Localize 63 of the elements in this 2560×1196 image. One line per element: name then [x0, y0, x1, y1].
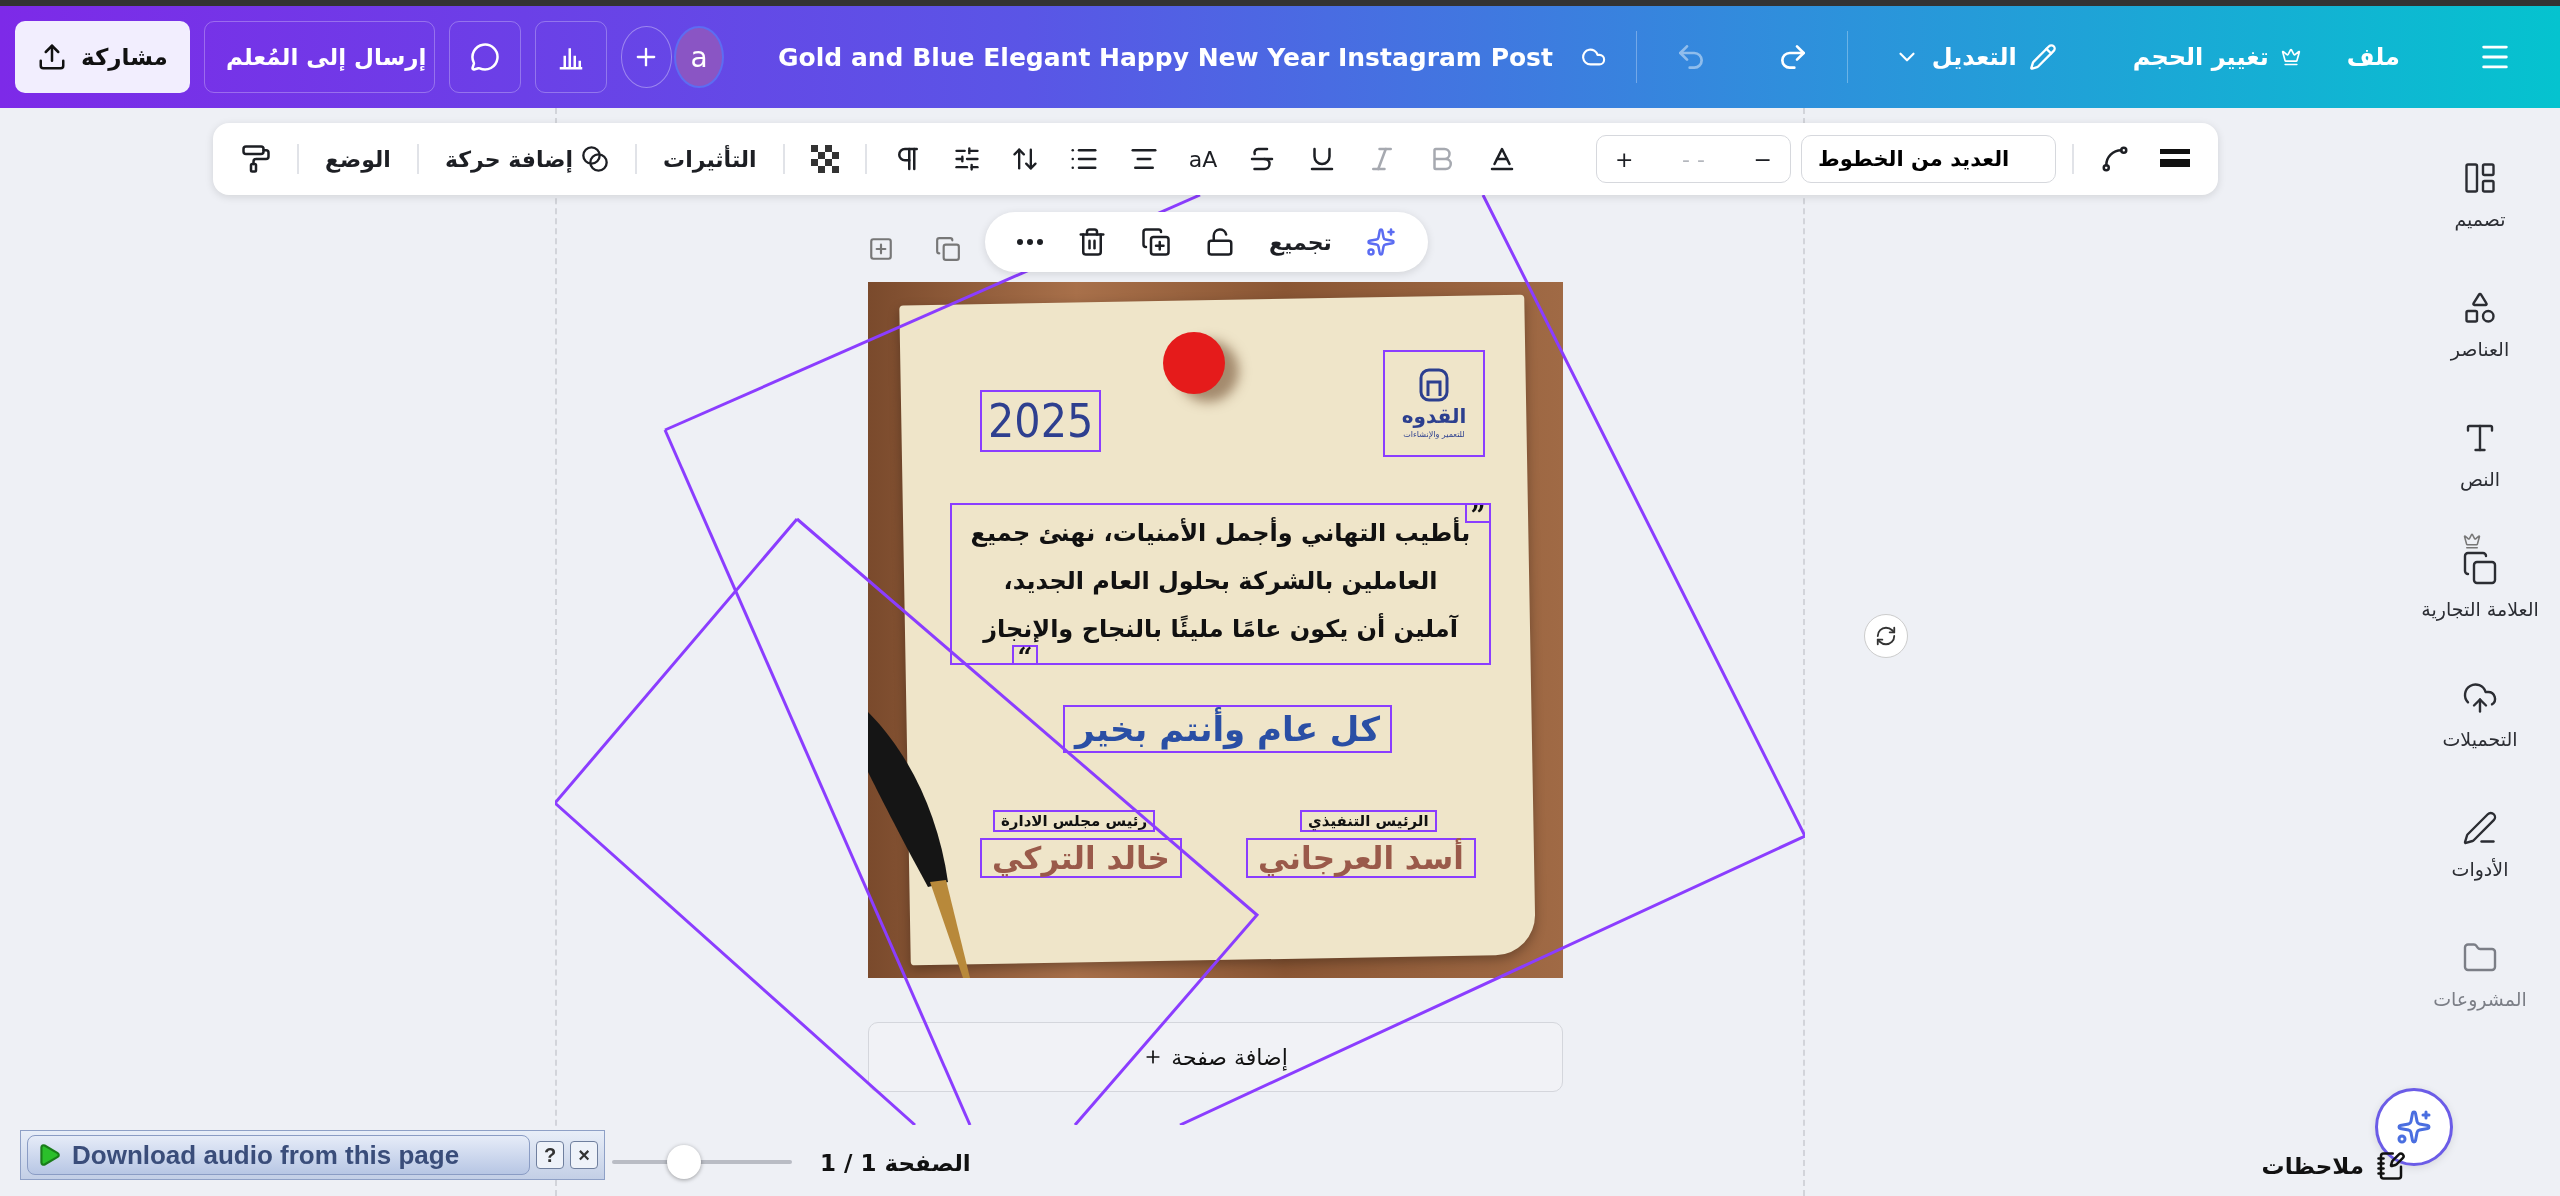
pen-icon — [2462, 810, 2498, 846]
duplicate-page-icon[interactable] — [935, 236, 961, 262]
circles-icon — [581, 145, 610, 173]
transparency-icon[interactable] — [810, 145, 839, 173]
add-element-icon[interactable] — [868, 236, 894, 262]
sidebar-item[interactable]: التحميلات — [2442, 664, 2518, 766]
increase-size-button[interactable]: + — [1605, 140, 1644, 178]
help-button[interactable]: ? — [536, 1141, 564, 1169]
duplicate-icon — [1141, 227, 1171, 257]
add-page-button[interactable]: إضافة صفحة — [868, 1022, 1563, 1092]
signature-title[interactable]: رئيس مجلس الادارة — [993, 810, 1156, 832]
trash-icon — [1077, 227, 1107, 257]
notes-icon — [2376, 1151, 2406, 1181]
quote-mark[interactable]: ” — [1465, 503, 1491, 523]
shapes-icon — [2462, 290, 2498, 326]
cloud-upload-icon — [2462, 680, 2498, 716]
sidebar-item[interactable]: العناصر — [2450, 274, 2510, 376]
comment-icon — [469, 42, 500, 72]
sparkles-icon — [2396, 1109, 2432, 1145]
close-button[interactable]: × — [570, 1141, 598, 1169]
more-icon — [1017, 239, 1043, 245]
signature-name[interactable]: أسد العرجاني — [1246, 838, 1476, 878]
animate-button[interactable]: إضافة حركة — [434, 139, 620, 179]
sidebar-item[interactable]: النص — [2459, 404, 2501, 506]
document-title[interactable]: Gold and Blue Elegant Happy New Year Instagram Post — [778, 42, 1553, 72]
layout-icon — [2462, 160, 2498, 196]
signature-name[interactable]: خالد التركي — [980, 838, 1182, 878]
download-audio-button[interactable]: Download audio from this page — [27, 1135, 530, 1175]
effects-button[interactable]: التأثيرات — [653, 140, 767, 178]
sidebar-item[interactable]: تصميم — [2454, 144, 2506, 246]
page-indicator[interactable]: الصفحة 1 / 1 — [820, 1150, 971, 1176]
upload-icon — [37, 42, 67, 72]
zoom-slider-thumb[interactable] — [667, 1145, 701, 1179]
rotate-button[interactable] — [1864, 614, 1908, 658]
quote-mark[interactable]: “ — [1012, 645, 1038, 665]
share-button[interactable]: مشاركة — [15, 21, 190, 93]
send-to-teacher-button[interactable]: إرسال إلى المُعلم — [203, 21, 435, 93]
rotate-icon — [1875, 625, 1897, 647]
zoom-slider[interactable] — [612, 1145, 792, 1179]
paint-roller-icon — [241, 144, 271, 174]
greeting-heading[interactable]: كل عام وأنتم بخير — [1063, 705, 1392, 753]
sparkles-icon — [1365, 227, 1396, 257]
logo-tagline: للتعمير والإنشاءات — [1403, 430, 1465, 439]
sliders-icon — [952, 145, 981, 173]
group-button[interactable]: تجميع — [1259, 223, 1342, 261]
corner-curve-icon — [2100, 144, 2130, 174]
logo-name: القدوه — [1401, 404, 1467, 428]
decrease-size-button[interactable]: − — [1743, 140, 1782, 178]
signature-title[interactable]: الرئيس التنفيذي — [1300, 810, 1437, 832]
sidebar-item[interactable]: العلامة التجارية — [2421, 534, 2539, 636]
sidebar-item[interactable]: الأدوات — [2451, 794, 2509, 896]
year-text[interactable]: 2025 — [980, 390, 1102, 452]
unlocked-icon — [1205, 227, 1235, 257]
comment-button[interactable] — [448, 21, 521, 93]
analytics-button[interactable] — [534, 21, 607, 93]
position-button[interactable]: الوضع — [315, 140, 401, 178]
case-button[interactable]: aA — [1178, 140, 1228, 178]
logo-emblem-icon — [1417, 368, 1451, 402]
font-field[interactable]: العديد من الخطوط — [1801, 135, 2056, 183]
notes-button[interactable]: ملاحظات — [2255, 1150, 2412, 1182]
add-collaborator-button[interactable] — [620, 26, 673, 88]
user-avatar[interactable]: a — [674, 26, 724, 88]
pencil-icon — [2028, 43, 2057, 71]
